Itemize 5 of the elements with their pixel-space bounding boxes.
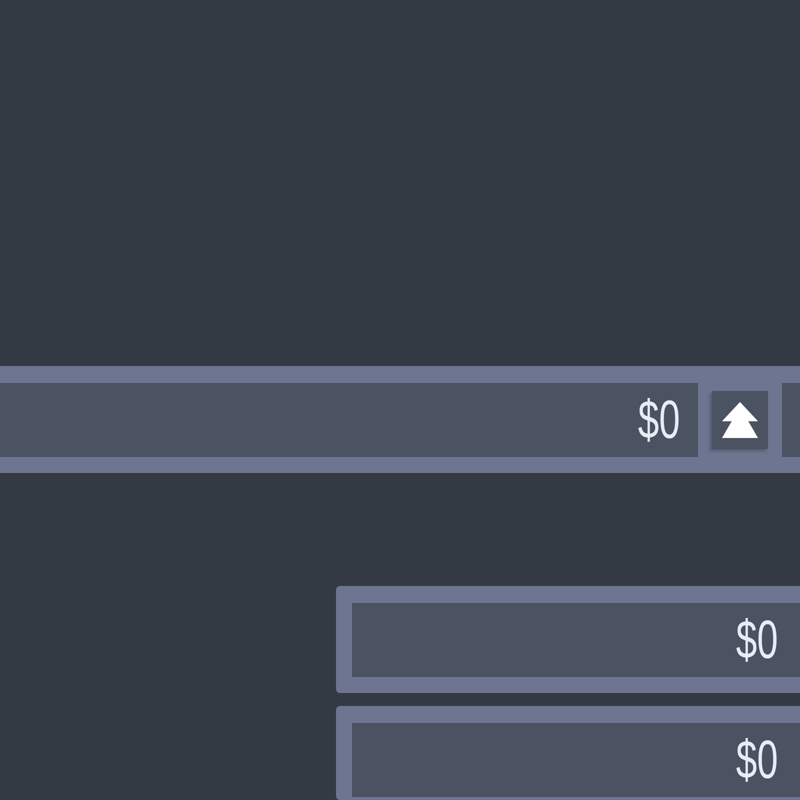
up-arrow-icon [722, 402, 758, 438]
amount-text: $0 [736, 733, 778, 787]
amount-text: $0 [638, 393, 680, 447]
upgrade-button[interactable] [712, 391, 768, 449]
amount-text: $0 [736, 613, 778, 667]
